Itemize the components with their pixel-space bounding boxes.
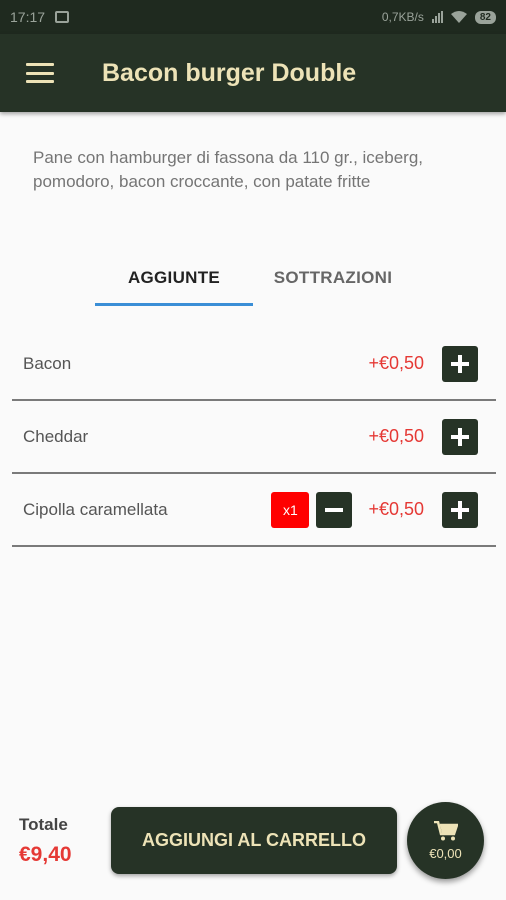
tab-bar: AGGIUNTE SOTTRAZIONI [95, 250, 413, 306]
cart-amount: €0,00 [429, 845, 462, 861]
notification-icon [55, 11, 70, 23]
add-to-cart-button[interactable]: AGGIUNGI AL CARRELLO [111, 807, 397, 874]
network-speed: 0,7KB/s [381, 10, 424, 24]
remove-button[interactable] [316, 491, 353, 528]
app-bar: Bacon burger Double [0, 34, 506, 112]
menu-icon[interactable] [26, 63, 54, 83]
item-name: Cheddar [23, 426, 89, 446]
list-item: Cheddar +€0,50 [12, 401, 496, 474]
quantity-badge: x1 [271, 491, 310, 528]
signal-icon [431, 11, 443, 23]
battery-badge: 82 [474, 10, 496, 24]
add-button[interactable] [442, 345, 478, 382]
page-title: Bacon burger Double [102, 58, 357, 87]
item-price: +€0,50 [368, 353, 424, 373]
total-section: Totale €9,40 [19, 815, 72, 867]
list-item: Cipolla caramellata x1 +€0,50 [12, 474, 496, 547]
item-name: Bacon [23, 353, 72, 373]
total-value: €9,40 [19, 843, 72, 866]
item-price: +€0,50 [368, 426, 424, 446]
product-description: Pane con hamburger di fassona da 110 gr.… [33, 148, 423, 191]
tab-sottrazioni[interactable]: SOTTRAZIONI [253, 250, 413, 306]
total-label: Totale [19, 815, 68, 834]
add-button[interactable] [442, 418, 478, 455]
cart-button[interactable]: €0,00 [407, 802, 484, 879]
list-item: Bacon +€0,50 [12, 328, 496, 401]
status-time: 17:17 [10, 9, 46, 25]
cart-icon [433, 820, 458, 840]
add-button[interactable] [442, 491, 478, 528]
wifi-icon [450, 11, 467, 23]
item-price: +€0,50 [368, 499, 424, 519]
tab-aggiunte[interactable]: AGGIUNTE [95, 250, 253, 306]
status-bar: 17:17 0,7KB/s 82 [0, 0, 506, 34]
item-name: Cipolla caramellata [23, 499, 168, 519]
